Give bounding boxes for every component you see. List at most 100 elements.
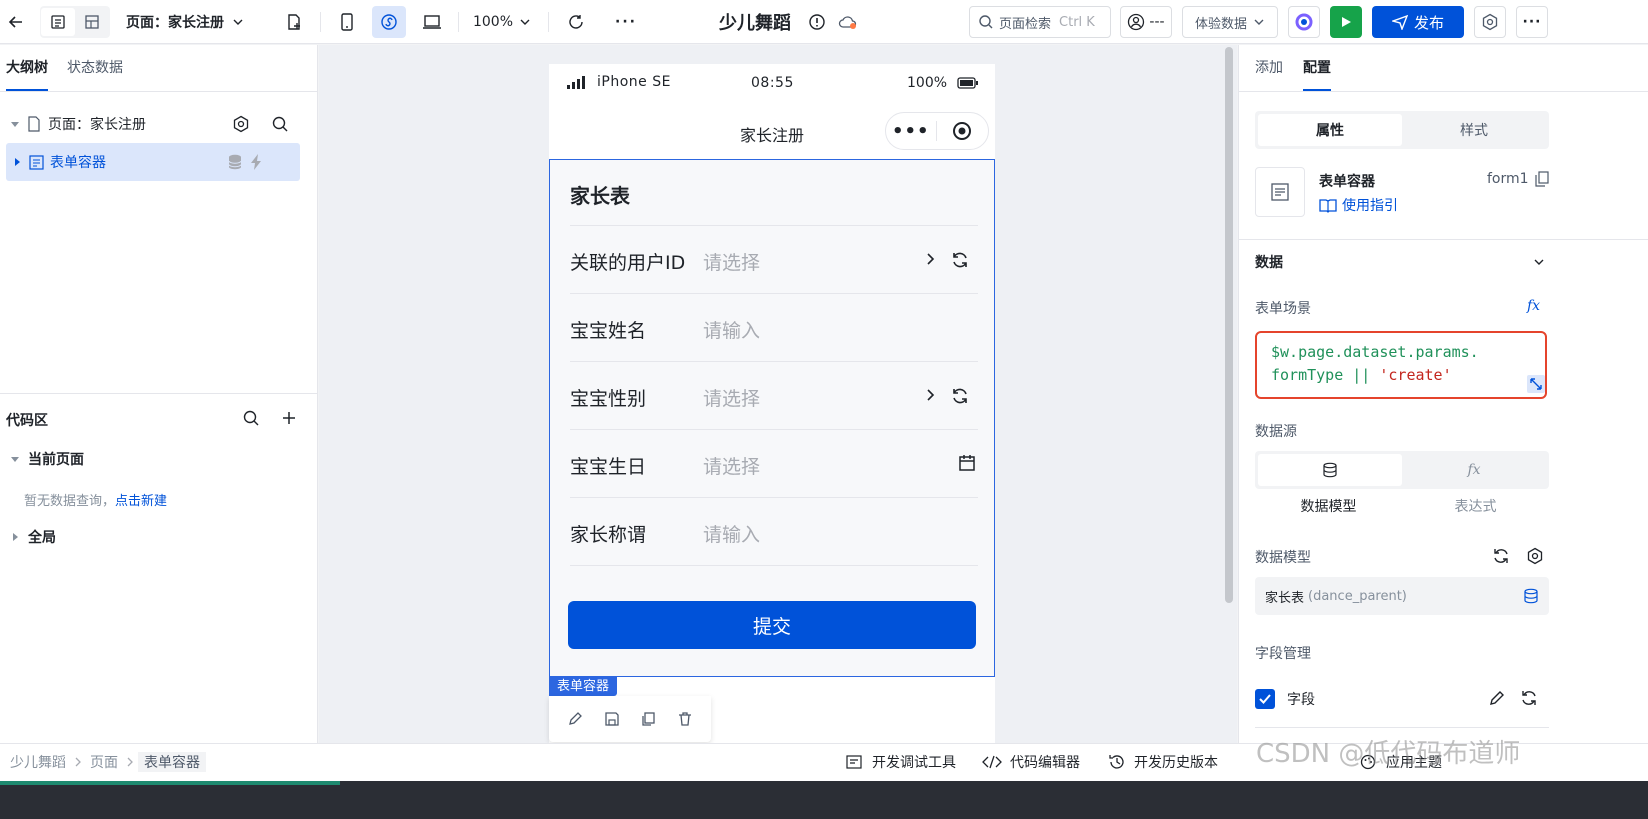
expr-line-2: formType || 'create' [1271, 364, 1531, 387]
current-page-group[interactable]: 当前页面 [8, 449, 84, 469]
app-title: 少儿舞蹈 [719, 13, 791, 34]
field-management-label: 字段管理 [1255, 646, 1311, 662]
form-scene-label: 表单场景 [1255, 301, 1311, 317]
field-baby-gender[interactable]: 宝宝性别 请选择 [570, 362, 978, 430]
field-baby-name[interactable]: 宝宝姓名 请输入 [570, 294, 978, 362]
field-placeholder: 请输入 [703, 524, 761, 546]
chevron-down-icon [519, 16, 531, 28]
page-settings-icon[interactable] [232, 115, 250, 133]
tree-page-label: 页面：家长注册 [48, 117, 146, 133]
save-icon[interactable] [604, 711, 620, 727]
capsule-more-icon[interactable]: ••• [886, 121, 936, 142]
event-bolt-icon [249, 154, 263, 170]
settings-icon[interactable] [1474, 6, 1506, 38]
empty-text: 暂无数据查询， [24, 494, 116, 509]
form-container[interactable]: 家长表 关联的用户ID 请选择 宝宝姓名 请输入 宝宝性别 请选择 宝宝生日 请… [549, 159, 995, 677]
tab-outline-tree[interactable]: 大纲树 [6, 45, 48, 91]
fields-checkbox-row[interactable]: 字段 [1255, 689, 1315, 709]
zoom-selector[interactable]: 100% [472, 6, 532, 38]
user-avatar-icon [1127, 13, 1145, 31]
desktop-device-icon[interactable] [418, 6, 446, 38]
tree-node-page[interactable]: 页面：家长注册 [6, 107, 300, 141]
watermark: CSDN @低代码布道师 [1256, 739, 1521, 769]
checkbox-checked-icon[interactable] [1255, 689, 1275, 709]
edit-icon[interactable] [567, 711, 583, 727]
preview-run-button[interactable] [1330, 6, 1362, 38]
copy-id-icon[interactable] [1534, 171, 1549, 187]
create-query-link[interactable]: 点击新建 [115, 494, 167, 509]
canvas-scrollbar[interactable] [1225, 47, 1233, 603]
back-arrow-icon[interactable] [4, 6, 28, 38]
code-add-icon[interactable] [280, 409, 298, 427]
refresh-model-icon[interactable] [1492, 547, 1510, 565]
page-file-icon [24, 116, 44, 132]
calendar-icon[interactable] [958, 454, 976, 472]
caret-down-icon[interactable] [6, 120, 24, 128]
reload-icon[interactable] [950, 386, 970, 406]
expr-var: formType || [1271, 366, 1371, 384]
code-area-title: 代码区 [6, 413, 48, 429]
field-baby-birthday[interactable]: 宝宝生日 请选择 [570, 430, 978, 498]
code-editor-button[interactable]: 代码编辑器 [982, 750, 1080, 774]
global-group[interactable]: 全局 [8, 527, 56, 547]
phone-preview: iPhone SE 08:55 100% 家长注册 ••• 家长表 关联的用户I… [549, 64, 995, 744]
mini-program-icon[interactable] [372, 6, 406, 38]
tab-add[interactable]: 添加 [1255, 45, 1283, 91]
tab-state-data[interactable]: 状态数据 [67, 45, 123, 91]
delete-icon[interactable] [677, 711, 693, 727]
segment-style[interactable]: 样式 [1402, 114, 1546, 146]
breadcrumb-page[interactable]: 页面 [86, 752, 122, 772]
data-model-value: 家长表 [1265, 590, 1305, 606]
experience-data-selector[interactable]: 体验数据 [1182, 6, 1278, 38]
add-page-icon[interactable] [280, 6, 308, 38]
mobile-device-icon[interactable] [333, 6, 361, 38]
datasource-segment: fx [1255, 451, 1549, 489]
edit-fields-icon[interactable] [1488, 689, 1506, 707]
datasource-expression-option[interactable]: fx [1402, 454, 1546, 486]
page-selector[interactable]: 页面：家长注册 [126, 6, 256, 38]
code-brackets-icon [982, 755, 1002, 769]
submit-button[interactable]: 提交 [568, 601, 976, 649]
more-options-icon[interactable]: ··· [1516, 6, 1548, 38]
search-placeholder: 页面检索 [999, 16, 1052, 32]
info-icon[interactable] [806, 6, 828, 38]
debug-tool-button[interactable]: 开发调试工具 [846, 750, 956, 774]
history-button[interactable]: 开发历史版本 [1108, 750, 1218, 774]
refresh-icon[interactable] [562, 6, 590, 38]
outline-view-icon[interactable] [41, 8, 75, 36]
breadcrumb-current[interactable]: 表单容器 [138, 752, 206, 772]
field-placeholder: 请选择 [703, 252, 761, 274]
form-title: 家长表 [570, 184, 630, 208]
model-settings-icon[interactable] [1526, 547, 1544, 565]
collapse-chevron-icon[interactable] [1533, 256, 1545, 268]
segment-properties[interactable]: 属性 [1258, 114, 1402, 146]
breadcrumb-separator-icon [74, 756, 82, 768]
reload-icon[interactable] [950, 250, 970, 270]
field-user-id[interactable]: 关联的用户ID 请选择 [570, 226, 978, 294]
tab-config[interactable]: 配置 [1303, 45, 1331, 91]
data-model-select[interactable]: 家长表 (dance_parent) [1255, 577, 1549, 615]
expand-editor-icon[interactable] [1527, 375, 1545, 393]
usage-guide-link[interactable]: 使用指引 [1319, 195, 1398, 215]
copy-icon[interactable] [640, 711, 656, 727]
breadcrumb-app[interactable]: 少儿舞蹈 [6, 752, 70, 772]
field-parent-title[interactable]: 家长称谓 请输入 [570, 498, 978, 566]
tree-search-icon[interactable] [271, 115, 289, 133]
ai-assistant-icon[interactable] [1288, 6, 1320, 38]
datasource-model-option[interactable] [1258, 454, 1402, 486]
publish-button[interactable]: 发布 [1372, 6, 1464, 38]
cloud-status-icon[interactable] [836, 6, 860, 38]
page-search-input[interactable]: 页面检索 Ctrl K [969, 6, 1111, 38]
view-toggle [40, 6, 110, 38]
capsule-close-icon[interactable] [937, 121, 989, 141]
user-selector[interactable]: --- [1120, 6, 1172, 38]
caret-down-icon [8, 455, 22, 463]
reload-fields-icon[interactable] [1520, 689, 1538, 707]
more-icon[interactable]: ··· [612, 6, 640, 38]
layout-view-icon[interactable] [75, 8, 109, 36]
code-search-icon[interactable] [242, 409, 260, 427]
caret-right-icon[interactable] [8, 158, 26, 166]
form-scene-expression-editor[interactable]: $w.page.dataset.params. formType || 'cre… [1255, 331, 1547, 399]
tree-node-form-container[interactable]: 表单容器 [6, 143, 300, 181]
fx-expression-icon[interactable]: fx [1527, 298, 1540, 314]
